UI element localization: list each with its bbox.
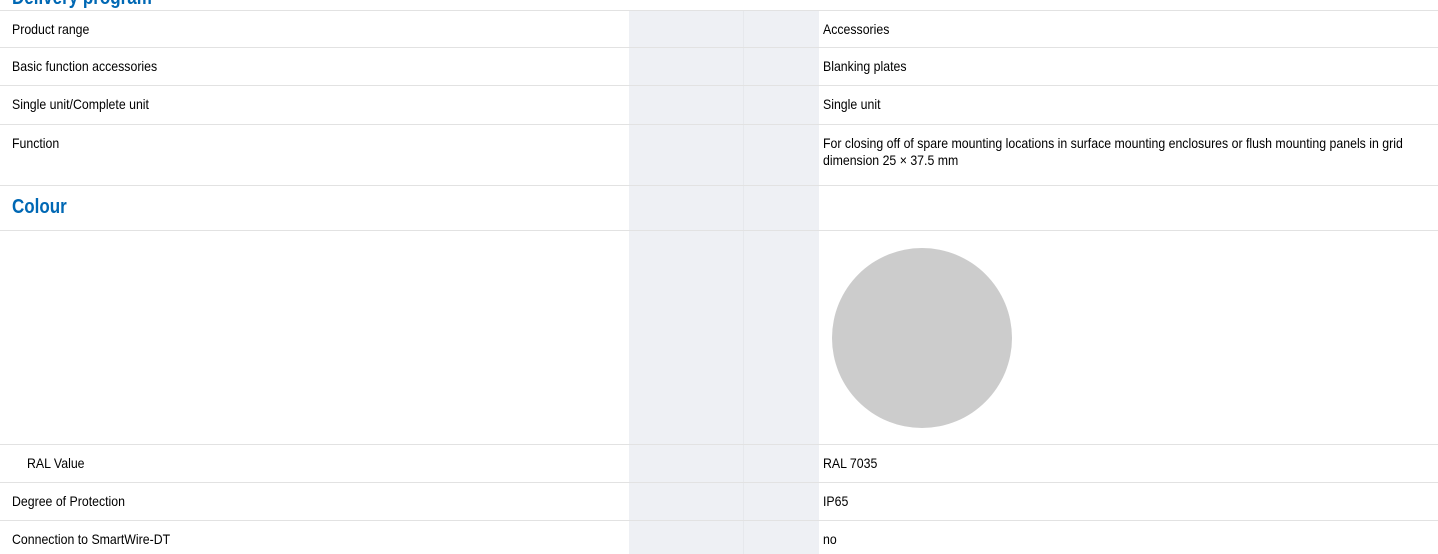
spec-row-degree-of-protection: Degree of Protection IP65 (0, 483, 1438, 521)
product-spec-page: Delivery program Product range Accessori… (0, 0, 1438, 554)
section-colour: Colour (0, 186, 1438, 231)
spec-value: IP65 (823, 493, 849, 509)
spec-row-function: Function For closing off of spare mounti… (0, 125, 1438, 186)
spec-label: Single unit/Complete unit (12, 96, 149, 112)
spec-label: Product range (12, 21, 90, 37)
spec-row-basic-function: Basic function accessories Blanking plat… (0, 48, 1438, 86)
spec-row-single-unit: Single unit/Complete unit Single unit (0, 86, 1438, 125)
section-heading-delivery-program: Delivery program (12, 0, 152, 9)
spec-value: RAL 7035 (823, 455, 878, 471)
spec-label: Connection to SmartWire-DT (12, 531, 171, 547)
spec-value: Blanking plates (823, 58, 907, 74)
spec-label: Basic function accessories (12, 58, 158, 74)
spec-value: For closing off of spare mounting locati… (823, 135, 1403, 168)
section-title-colour: Colour (12, 196, 67, 218)
spec-label: Function (12, 135, 60, 151)
spec-label: RAL Value (27, 455, 85, 471)
spec-row-product-range: Product range Accessories (0, 10, 1438, 48)
spec-row-colour-swatch (0, 231, 1438, 445)
colour-swatch (832, 248, 1012, 428)
spec-value: Accessories (823, 21, 890, 37)
spec-row-smartwire: Connection to SmartWire-DT no (0, 521, 1438, 554)
spec-row-ral-value: RAL Value RAL 7035 (0, 445, 1438, 483)
spec-value: no (823, 531, 837, 547)
spec-value: Single unit (823, 96, 881, 112)
spec-label: Degree of Protection (12, 493, 125, 509)
